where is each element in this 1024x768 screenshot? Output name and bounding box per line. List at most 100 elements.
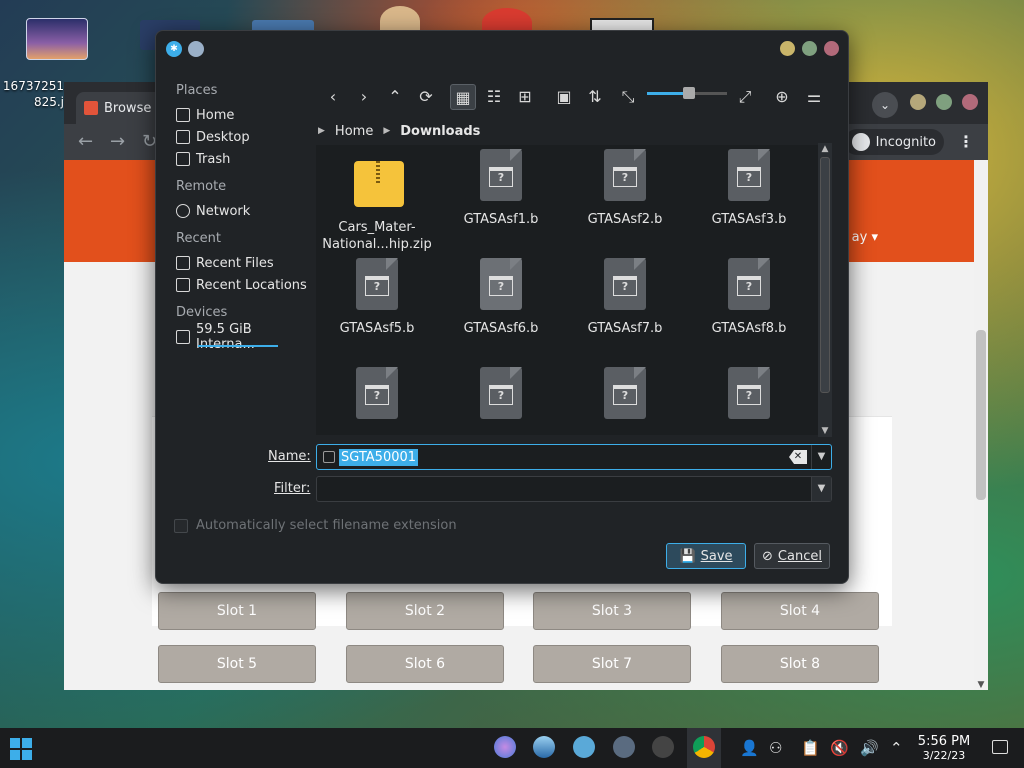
places-header: Places <box>176 83 218 98</box>
dialog-close-button[interactable] <box>824 41 839 56</box>
icon-view-icon[interactable]: ▦ <box>450 84 476 110</box>
desktop-icon <box>176 130 190 144</box>
filter-select[interactable]: ▼ <box>316 476 832 502</box>
maximize-button[interactable] <box>936 94 952 110</box>
taskbar-app-5-icon[interactable] <box>652 736 674 758</box>
places-item-trash[interactable]: Trash <box>176 149 310 169</box>
slot-8-button[interactable]: Slot 8 <box>721 645 879 683</box>
filter-dropdown-icon[interactable]: ▼ <box>811 477 831 501</box>
menu-kebab-icon[interactable]: ⋮ <box>958 132 974 151</box>
desktop-image-icon[interactable] <box>26 18 88 60</box>
save-button[interactable]: 💾 Save <box>666 543 746 569</box>
places-item-desktop[interactable]: Desktop <box>176 127 310 147</box>
user-icon[interactable]: 👤 <box>740 738 759 758</box>
file-item[interactable]: ? GTASAsf7.b <box>566 256 684 337</box>
reload-icon[interactable]: ⟳ <box>413 84 439 110</box>
filename-history-dropdown-icon[interactable]: ▼ <box>811 445 831 469</box>
settings-gear-icon[interactable] <box>573 736 595 758</box>
file-grid[interactable]: Cars_Mater- National...hip.zip ? GTASAsf… <box>316 145 818 435</box>
file-item[interactable]: ? GTASAsf3.b <box>690 147 808 228</box>
places-item-recent-files[interactable]: Recent Files <box>176 253 310 273</box>
back-icon[interactable]: ‹ <box>320 84 346 110</box>
header-menu-text[interactable]: ay ▾ <box>852 230 878 245</box>
dialog-minimize-button[interactable] <box>780 41 795 56</box>
forward-arrow-icon[interactable]: → <box>110 132 125 152</box>
unknown-file-icon: ? <box>726 147 772 203</box>
zoom-in-icon[interactable]: ⤢ <box>732 84 758 110</box>
breadcrumb-home[interactable]: Home <box>335 124 373 139</box>
forward-icon[interactable]: › <box>351 84 377 110</box>
start-menu-icon[interactable] <box>10 738 32 760</box>
places-item-home[interactable]: Home <box>176 105 310 125</box>
file-item[interactable]: ? GTASAsf1.b <box>442 147 560 228</box>
taskbar-app-2-icon[interactable] <box>533 736 555 758</box>
file-item[interactable]: ? GTASAsf8.b <box>690 256 808 337</box>
checkbox-box[interactable] <box>174 518 188 533</box>
file-item[interactable]: ? GTASAsf2.b <box>566 147 684 228</box>
minimize-button[interactable] <box>910 94 926 110</box>
clock[interactable]: 5:56 PM 3/22/23 <box>912 734 976 762</box>
new-folder-icon[interactable]: ⊕ <box>769 84 795 110</box>
file-item[interactable]: ? <box>318 365 436 429</box>
unknown-file-icon: ? <box>602 365 648 421</box>
close-button[interactable] <box>962 94 978 110</box>
slot-2-button[interactable]: Slot 2 <box>346 592 504 630</box>
tab-search-chevron-icon[interactable]: ⌄ <box>872 92 898 118</box>
show-desktop-icon[interactable] <box>992 740 1008 754</box>
browser-tab[interactable]: Browse <box>76 92 166 124</box>
cancel-button[interactable]: ⊘ Cancel <box>754 543 830 569</box>
chrome-icon[interactable] <box>693 736 715 758</box>
mute-icon[interactable]: 🔇 <box>830 738 849 758</box>
places-item-recent-locations[interactable]: Recent Locations <box>176 275 310 295</box>
scroll-down-arrow-icon[interactable]: ▼ <box>818 426 832 436</box>
page-scroll-thumb[interactable] <box>976 330 986 500</box>
file-name: GTASAsf8.b <box>711 321 787 336</box>
places-item-network[interactable]: Network <box>176 201 310 221</box>
dialog-maximize-button[interactable] <box>802 41 817 56</box>
breadcrumb-arrow-icon[interactable]: ▶ <box>318 126 325 136</box>
page-scrollbar[interactable]: ▼ <box>974 160 988 690</box>
file-item[interactable]: ? <box>566 365 684 429</box>
slot-7-button[interactable]: Slot 7 <box>533 645 691 683</box>
slot-1-button[interactable]: Slot 1 <box>158 592 316 630</box>
tray-expand-icon[interactable]: ⌃ <box>890 738 903 758</box>
sort-icon[interactable]: ⇅ <box>582 84 608 110</box>
file-item[interactable]: ? GTASAsf6.b <box>442 256 560 337</box>
auto-extension-checkbox[interactable]: Automatically select filename extension <box>174 518 457 533</box>
slot-5-button[interactable]: Slot 5 <box>158 645 316 683</box>
parent-folder-icon[interactable]: ⌃ <box>382 84 408 110</box>
file-item[interactable]: ? <box>442 365 560 429</box>
preview-icon[interactable]: ▣ <box>551 84 577 110</box>
scroll-up-arrow-icon[interactable]: ▲ <box>818 144 832 154</box>
taskbar-app-1-icon[interactable] <box>494 736 516 758</box>
detail-view-icon[interactable]: ☷ <box>481 84 507 110</box>
file-item[interactable]: ? <box>690 365 808 429</box>
filename-input[interactable]: SGTA50001 ✕ ▼ <box>316 444 832 470</box>
back-arrow-icon[interactable]: ← <box>78 132 93 152</box>
zoom-slider-handle[interactable] <box>682 87 695 99</box>
options-menu-icon[interactable]: ⚌ <box>801 84 827 110</box>
user-switch-icon[interactable]: ⚇ <box>769 738 782 758</box>
filename-value[interactable]: SGTA50001 <box>339 449 419 466</box>
file-item[interactable]: ? GTASAsf5.b <box>318 256 436 337</box>
file-item[interactable]: Cars_Mater- National...hip.zip <box>318 155 436 253</box>
pin-icon[interactable] <box>188 41 204 57</box>
breadcrumb: ▶ Home ▶ Downloads <box>318 121 480 141</box>
scroll-down-arrow-icon[interactable]: ▼ <box>976 680 986 690</box>
places-item-device[interactable]: 59.5 GiB Interna... <box>176 322 310 352</box>
taskbar-app-4-icon[interactable] <box>613 736 635 758</box>
breadcrumb-current[interactable]: Downloads <box>400 124 480 139</box>
breadcrumb-arrow-icon[interactable]: ▶ <box>383 126 390 136</box>
clipboard-icon[interactable]: 📋 <box>801 738 820 758</box>
volume-icon[interactable]: 🔊 <box>860 738 879 758</box>
kde-app-icon[interactable]: ✱ <box>166 41 182 57</box>
zoom-out-icon[interactable]: ⤡ <box>615 84 641 110</box>
slot-6-button[interactable]: Slot 6 <box>346 645 504 683</box>
incognito-indicator[interactable]: Incognito <box>843 129 944 155</box>
slot-4-button[interactable]: Slot 4 <box>721 592 879 630</box>
tree-view-icon[interactable]: ⊞ <box>512 84 538 110</box>
clear-text-icon[interactable]: ✕ <box>789 450 807 464</box>
file-grid-scroll-thumb[interactable] <box>820 157 830 393</box>
file-grid-scrollbar[interactable]: ▲ ▼ <box>818 143 832 437</box>
slot-3-button[interactable]: Slot 3 <box>533 592 691 630</box>
